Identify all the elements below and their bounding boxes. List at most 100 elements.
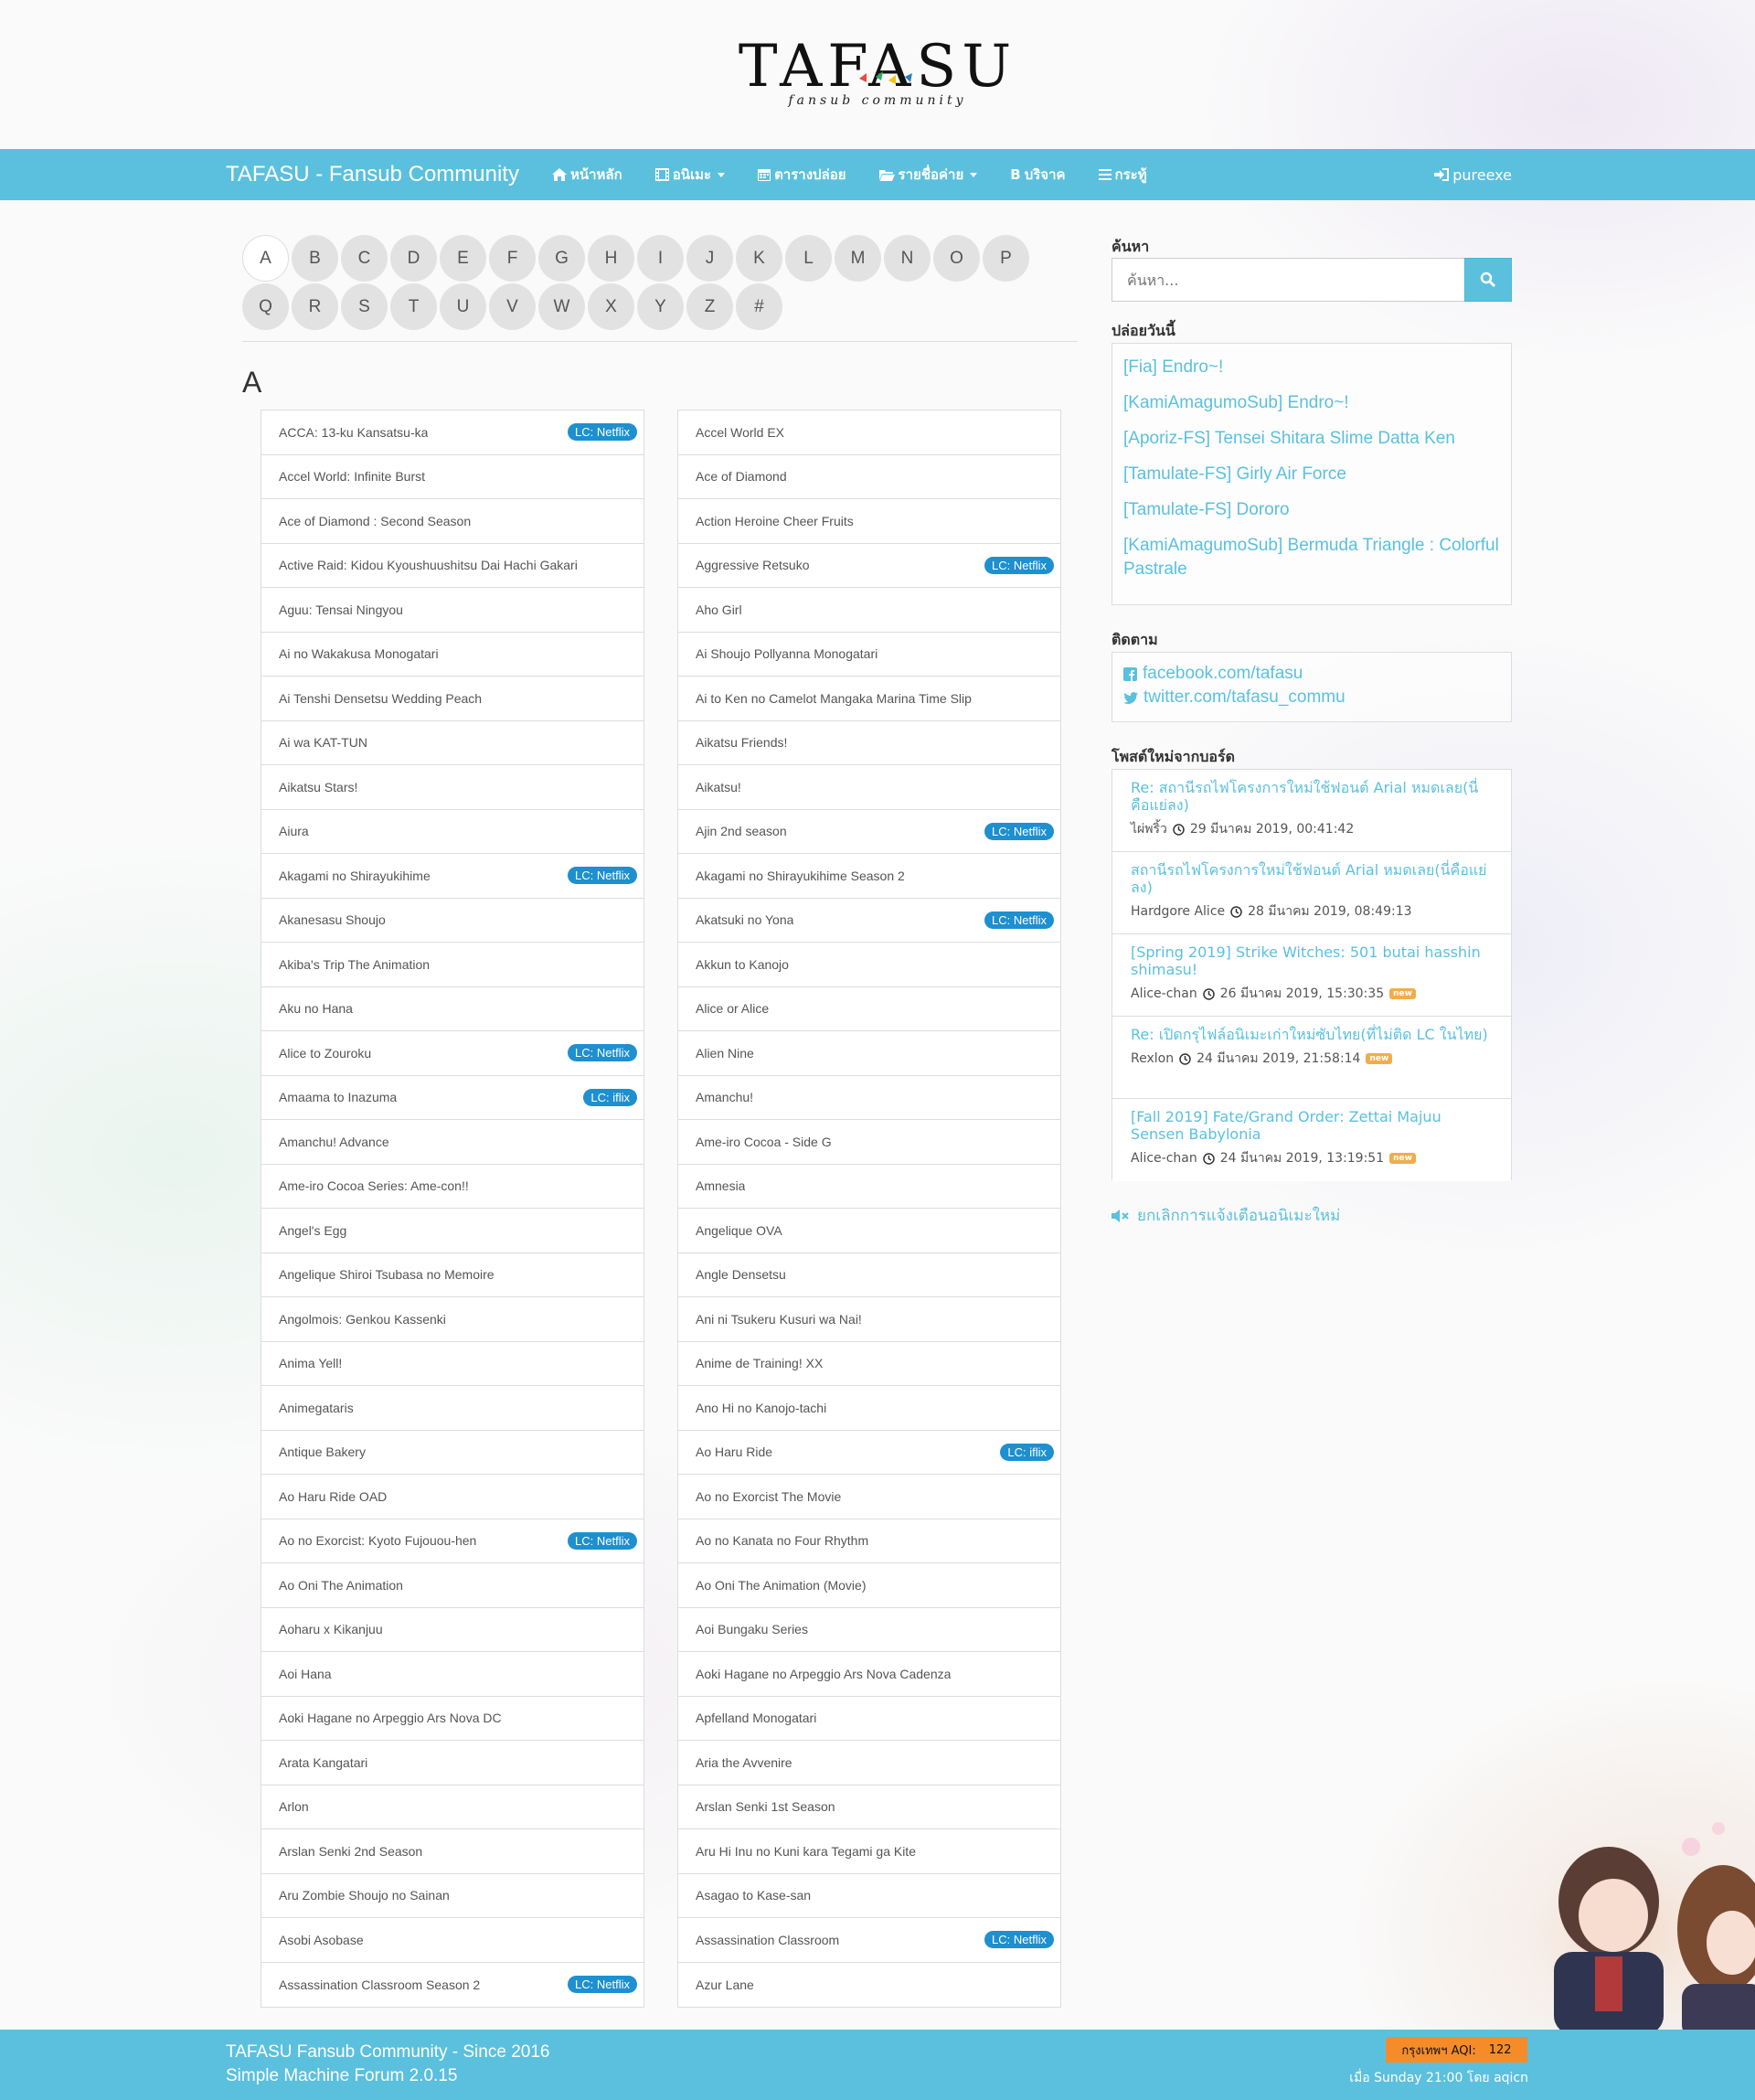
anime-list-item[interactable]: Alice to Zouroku LC: Netflix: [261, 1031, 644, 1076]
anime-list-item[interactable]: Antique Bakery: [261, 1431, 644, 1475]
anime-list-item[interactable]: Azur Lane: [678, 1963, 1060, 2008]
anime-list-item[interactable]: Aoki Hagane no Arpeggio Ars Nova DC: [261, 1697, 644, 1741]
letter-filter-v[interactable]: V: [489, 283, 536, 330]
anime-list-item[interactable]: Aikatsu Friends!: [678, 721, 1060, 765]
anime-list-item[interactable]: Aiura: [261, 810, 644, 854]
letter-filter-n[interactable]: N: [884, 235, 931, 282]
anime-list-item[interactable]: Angel's Egg: [261, 1209, 644, 1253]
letter-filter-g[interactable]: G: [538, 235, 585, 282]
anime-list-item[interactable]: Amnesia: [678, 1165, 1060, 1209]
letter-filter-b[interactable]: B: [292, 235, 338, 282]
anime-list-item[interactable]: Asagao to Kase-san: [678, 1874, 1060, 1918]
anime-list-item[interactable]: Ao Oni The Animation: [261, 1563, 644, 1608]
letter-filter-k[interactable]: K: [736, 235, 782, 282]
aqi-widget[interactable]: กรุงเทพฯ AQI: 122: [1386, 2037, 1527, 2063]
anime-list-item[interactable]: Ai Tenshi Densetsu Wedding Peach: [261, 677, 644, 721]
anime-list-item[interactable]: Akagami no Shirayukihime LC: Netflix: [261, 854, 644, 899]
anime-list-item[interactable]: Ao no Exorcist The Movie: [678, 1475, 1060, 1519]
anime-list-item[interactable]: Ai wa KAT-TUN: [261, 721, 644, 765]
anime-list-item[interactable]: Amaama to Inazuma LC: iflix: [261, 1076, 644, 1120]
letter-filter-a[interactable]: A: [242, 235, 289, 282]
anime-list-item[interactable]: Angolmois: Genkou Kassenki: [261, 1297, 644, 1342]
letter-filter-o[interactable]: O: [933, 235, 980, 282]
anime-list-item[interactable]: Arslan Senki 1st Season: [678, 1786, 1060, 1829]
letter-filter-d[interactable]: D: [390, 235, 437, 282]
letter-filter-p[interactable]: P: [983, 235, 1029, 282]
follow-twitter[interactable]: twitter.com/tafasu_commu: [1112, 686, 1511, 709]
anime-list-item[interactable]: Assassination Classroom LC: Netflix: [678, 1918, 1060, 1963]
anime-list-item[interactable]: Ani ni Tsukeru Kusuri wa Nai!: [678, 1297, 1060, 1342]
anime-list-item[interactable]: Action Heroine Cheer Fruits: [678, 499, 1060, 544]
anime-list-item[interactable]: Ai to Ken no Camelot Mangaka Marina Time…: [678, 677, 1060, 721]
anime-list-item[interactable]: Ame-iro Cocoa Series: Ame-con!!: [261, 1165, 644, 1209]
letter-filter-z[interactable]: Z: [686, 283, 733, 330]
anime-list-item[interactable]: Aoharu x Kikanjuu: [261, 1608, 644, 1652]
anime-list-item[interactable]: Arata Kangatari: [261, 1741, 644, 1786]
anime-list-item[interactable]: Aguu: Tensai Ningyou: [261, 588, 644, 633]
anime-list-item[interactable]: Ao Oni The Animation (Movie): [678, 1563, 1060, 1608]
release-link[interactable]: [KamiAmagumoSub] Bermuda Triangle : Colo…: [1112, 534, 1511, 581]
unsubscribe-link[interactable]: ยกเลิกการแจ้งเตือนอนิเมะใหม่: [1112, 1203, 1340, 1228]
anime-list-item[interactable]: Aru Hi Inu no Kuni kara Tegami ga Kite: [678, 1829, 1060, 1874]
anime-list-item[interactable]: Aria the Avvenire: [678, 1741, 1060, 1786]
letter-filter-j[interactable]: J: [686, 235, 733, 282]
nav-user-login[interactable]: pureexe: [1434, 149, 1512, 200]
anime-list-item[interactable]: Anime de Training! XX: [678, 1342, 1060, 1386]
anime-list-item[interactable]: Aoi Hana: [261, 1652, 644, 1697]
nav-groups[interactable]: รายชื่อค่าย: [878, 164, 978, 186]
follow-facebook[interactable]: facebook.com/tafasu: [1112, 662, 1511, 686]
navbar-brand[interactable]: TAFASU - Fansub Community: [226, 162, 519, 187]
nav-anime[interactable]: อนิเมะ: [654, 164, 726, 186]
letter-filter-e[interactable]: E: [440, 235, 486, 282]
anime-list-item[interactable]: Angelique OVA: [678, 1209, 1060, 1253]
letter-filter-x[interactable]: X: [588, 283, 634, 330]
anime-list-item[interactable]: Aoki Hagane no Arpeggio Ars Nova Cadenza: [678, 1652, 1060, 1697]
anime-list-item[interactable]: Alice or Alice: [678, 987, 1060, 1031]
letter-filter-f[interactable]: F: [489, 235, 536, 282]
anime-list-item[interactable]: Aikatsu!: [678, 765, 1060, 810]
anime-list-item[interactable]: Aku no Hana: [261, 987, 644, 1031]
anime-list-item[interactable]: Anima Yell!: [261, 1342, 644, 1386]
site-logo[interactable]: TAFASU fansub community: [0, 35, 1755, 108]
anime-list-item[interactable]: Akiba's Trip The Animation: [261, 943, 644, 987]
letter-filter-m[interactable]: M: [835, 235, 881, 282]
anime-list-item[interactable]: Assassination Classroom Season 2 LC: Netf…: [261, 1963, 644, 2008]
release-link[interactable]: [Aporiz-FS] Tensei Shitara Slime Datta K…: [1112, 427, 1511, 451]
nav-forum[interactable]: กระทู้: [1098, 164, 1147, 186]
nav-home[interactable]: หน้าหลัก: [551, 164, 622, 186]
release-link[interactable]: [KamiAmagumoSub] Endro~!: [1112, 391, 1511, 415]
anime-list-item[interactable]: Apfelland Monogatari: [678, 1697, 1060, 1741]
anime-list-item[interactable]: Amanchu!: [678, 1076, 1060, 1120]
release-link[interactable]: [Fia] Endro~!: [1112, 356, 1511, 379]
letter-filter-y[interactable]: Y: [637, 283, 684, 330]
anime-list-item[interactable]: Ao no Exorcist: Kyoto Fujouou-hen LC: Net…: [261, 1519, 644, 1563]
post-title-link[interactable]: สถานีรถไฟโครงการใหม่ใช้ฟอนต์ Arial หมดเล…: [1131, 861, 1493, 896]
anime-list-item[interactable]: Amanchu! Advance: [261, 1120, 644, 1165]
letter-filter-q[interactable]: Q: [242, 283, 289, 330]
anime-list-item[interactable]: Ao no Kanata no Four Rhythm: [678, 1519, 1060, 1563]
anime-list-item[interactable]: Ai no Wakakusa Monogatari: [261, 633, 644, 677]
post-title-link[interactable]: [Fall 2019] Fate/Grand Order: Zettai Maj…: [1131, 1108, 1493, 1143]
anime-list-item[interactable]: Akagami no Shirayukihime Season 2: [678, 854, 1060, 899]
anime-list-item[interactable]: Accel World EX: [678, 410, 1060, 455]
anime-list-item[interactable]: Akkun to Kanojo: [678, 943, 1060, 987]
post-title-link[interactable]: Re: เปิดกรุไฟล์อนิเมะเก่าใหม่ซับไทย(ที่ไ…: [1131, 1026, 1493, 1043]
anime-list-item[interactable]: Ace of Diamond : Second Season: [261, 499, 644, 544]
post-title-link[interactable]: Re: สถานีรถไฟโครงการใหม่ใช้ฟอนต์ Arial ห…: [1131, 779, 1493, 814]
nav-schedule[interactable]: ตารางปล่อย: [758, 164, 846, 186]
nav-donate[interactable]: B บริจาค: [1010, 164, 1065, 186]
letter-filter-i[interactable]: I: [637, 235, 684, 282]
anime-list-item[interactable]: Ai Shoujo Pollyanna Monogatari: [678, 633, 1060, 677]
anime-list-item[interactable]: Ao Haru Ride OAD: [261, 1475, 644, 1519]
letter-filter-r[interactable]: R: [292, 283, 338, 330]
anime-list-item[interactable]: Animegataris: [261, 1386, 644, 1431]
anime-list-item[interactable]: Aru Zombie Shoujo no Sainan: [261, 1874, 644, 1918]
letter-filter-h[interactable]: H: [588, 235, 634, 282]
anime-list-item[interactable]: Aikatsu Stars!: [261, 765, 644, 810]
letter-filter-t[interactable]: T: [390, 283, 437, 330]
letter-filter-u[interactable]: U: [440, 283, 486, 330]
anime-list-item[interactable]: Ano Hi no Kanojo-tachi: [678, 1386, 1060, 1431]
letter-filter-w[interactable]: W: [538, 283, 585, 330]
anime-list-item[interactable]: Angelique Shiroi Tsubasa no Memoire: [261, 1253, 644, 1297]
letter-filter-l[interactable]: L: [785, 235, 832, 282]
